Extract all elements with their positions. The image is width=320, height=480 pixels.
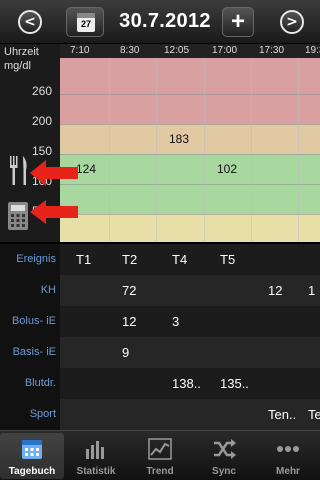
bar-chart-icon [86, 441, 104, 459]
row-label: Basis- iE [0, 337, 60, 368]
tab-mehr[interactable]: Mehr [256, 433, 320, 479]
table-cell[interactable]: 9 [122, 337, 129, 368]
table-cell[interactable]: Ten.. [268, 399, 296, 430]
fork-knife-icon [10, 156, 27, 185]
table-row[interactable]: Basis- iE 9 [0, 337, 320, 368]
meal-arrow-icon [30, 160, 78, 186]
gridline [60, 154, 320, 155]
time-label: 8:30 [120, 45, 140, 56]
table-cell[interactable]: Te [308, 399, 320, 430]
gridline [60, 214, 320, 215]
log-table: Ereignis T1 T2 T4 T5 KH 72 12 1 Bolus- iE 12 3 Basis… [0, 244, 320, 430]
table-cell[interactable]: 135.. [220, 368, 249, 399]
next-day-button[interactable]: > [280, 10, 304, 34]
glucose-value: 183 [169, 132, 190, 146]
more-icon [277, 446, 299, 452]
navigation-bar: < 27 30.7.2012 + > [0, 0, 320, 44]
row-label: Bolus- iE [0, 306, 60, 337]
column-divider [204, 58, 205, 242]
tab-label: Statistik [76, 466, 116, 477]
table-cell[interactable]: 1 [308, 275, 315, 306]
glucose-value: 102 [217, 162, 238, 176]
row-label: Ereignis [0, 244, 60, 275]
gridline [60, 124, 320, 125]
previous-day-button[interactable]: < [18, 10, 42, 34]
column-divider [109, 58, 110, 242]
time-label: 19:30 [305, 45, 320, 56]
tab-label: Trend [146, 466, 174, 477]
y-tick-label: 150 [32, 144, 53, 158]
gridline [60, 184, 320, 185]
date-title: 30.7.2012 [119, 10, 211, 32]
table-cell[interactable]: T1 [76, 244, 91, 275]
add-entry-button[interactable]: + [222, 7, 254, 37]
calculator-icon [8, 202, 28, 230]
tab-label: Mehr [276, 466, 300, 477]
table-cell[interactable]: T2 [122, 244, 137, 275]
table-cell[interactable]: 12 [122, 306, 136, 337]
column-divider [156, 58, 157, 242]
table-cell[interactable]: 72 [122, 275, 136, 306]
table-cell[interactable]: 3 [172, 306, 179, 337]
axis-title-unit: mg/dl [4, 60, 31, 72]
row-cells: 12 3 [60, 306, 320, 337]
table-cell[interactable]: T5 [220, 244, 235, 275]
row-label: Blutdr. [0, 368, 60, 399]
tab-tagebuch[interactable]: Tagebuch [0, 433, 64, 479]
row-label: Sport [0, 399, 60, 430]
time-label: 12:05 [164, 45, 190, 56]
trend-icon [148, 438, 172, 460]
calendar-icon [22, 440, 42, 459]
low-range-band [60, 214, 320, 242]
elevated-range-band [60, 124, 320, 154]
table-cell[interactable]: T4 [172, 244, 187, 275]
high-range-band [60, 58, 320, 124]
row-cells: 9 [60, 337, 320, 368]
table-row[interactable]: Sport Ten.. Te [0, 399, 320, 430]
row-cells: 138.. 135.. [60, 368, 320, 399]
column-divider [251, 58, 252, 242]
table-row[interactable]: Ereignis T1 T2 T4 T5 [0, 244, 320, 275]
time-header: 7:10 8:30 12:05 17:00 17:30 19:30 [60, 44, 320, 58]
bolus-arrow-icon [30, 200, 78, 224]
tab-label: Sync [212, 466, 236, 477]
glucose-chart[interactable]: 124 183 102 [60, 58, 320, 242]
time-label: 17:00 [212, 45, 238, 56]
tab-trend[interactable]: Trend [128, 433, 192, 479]
row-cells: Ten.. Te [60, 399, 320, 430]
y-tick-label: 260 [32, 84, 53, 98]
table-row[interactable]: KH 72 12 1 [0, 275, 320, 306]
row-cells: T1 T2 T4 T5 [60, 244, 320, 275]
table-row[interactable]: Blutdr. 138.. 135.. [0, 368, 320, 399]
tab-bar: Tagebuch Statistik Trend Sync Mehr [0, 430, 320, 480]
calendar-button[interactable]: 27 [66, 7, 104, 37]
table-row[interactable]: Bolus- iE 12 3 [0, 306, 320, 337]
y-tick-label: 200 [32, 114, 53, 128]
row-cells: 72 12 1 [60, 275, 320, 306]
calendar-icon: 27 [77, 13, 95, 32]
column-divider [298, 58, 299, 242]
time-label: 17:30 [259, 45, 285, 56]
tab-sync[interactable]: Sync [192, 433, 256, 479]
tab-statistik[interactable]: Statistik [64, 433, 128, 479]
table-cell[interactable]: 138.. [172, 368, 201, 399]
glucose-value: 124 [76, 162, 97, 176]
table-cell[interactable]: 12 [268, 275, 282, 306]
time-label: 7:10 [70, 45, 90, 56]
gridline [60, 94, 320, 95]
shuffle-icon [214, 439, 236, 459]
tab-label: Tagebuch [8, 466, 56, 477]
row-label: KH [0, 275, 60, 306]
axis-title-time: Uhrzeit [4, 46, 39, 58]
